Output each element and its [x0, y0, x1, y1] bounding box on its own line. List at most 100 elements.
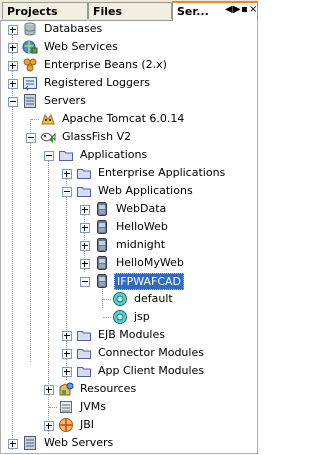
expand-icon[interactable]	[8, 61, 18, 71]
tree-row-web-servers[interactable]: Web Servers	[0, 434, 258, 452]
webapp-icon	[97, 256, 107, 270]
tree-label-selected: IFPWAFCAD	[114, 273, 185, 290]
folder-icon	[77, 169, 91, 179]
tree-line	[31, 119, 39, 120]
tree-label: midnight	[116, 238, 166, 251]
tree-row-midnight[interactable]: midnight	[0, 236, 258, 254]
jvms-icon	[60, 401, 72, 413]
tree-label: JBI	[80, 418, 95, 431]
enterprise-beans-icon	[23, 58, 37, 72]
tree-label: Web Servers	[44, 436, 114, 449]
tree-row-webdata[interactable]: WebData	[0, 200, 258, 218]
tree-row-jbi[interactable]: JBI	[0, 416, 258, 434]
expand-icon[interactable]	[80, 205, 90, 215]
folder-icon	[77, 367, 91, 377]
tree-label: Enterprise Beans (2.x)	[44, 58, 167, 71]
tab-files-label: Files	[93, 5, 123, 18]
tree-row-registered-loggers[interactable]: Registered Loggers	[0, 74, 258, 92]
tree-label: Servers	[44, 94, 86, 107]
tree-label: GlassFish V2	[62, 130, 132, 143]
expand-icon[interactable]	[44, 421, 54, 431]
web-servers-icon	[24, 436, 36, 450]
servlet-icon	[113, 292, 127, 306]
expand-icon[interactable]	[80, 259, 90, 269]
tab-bar: Projects Files Ser... ◀ ▶ ▪ ×	[0, 0, 258, 21]
tree-row-web-applications[interactable]: Web Applications	[0, 182, 258, 200]
expand-icon[interactable]	[62, 367, 72, 377]
expand-icon[interactable]	[8, 439, 18, 449]
webapp-icon	[97, 202, 107, 216]
web-services-icon	[22, 40, 38, 54]
servers-icon	[24, 94, 36, 108]
tab-services-label: Ser...	[177, 5, 209, 18]
tree-label: Resources	[80, 382, 137, 395]
tree-row-web-services[interactable]: Web Services	[0, 38, 258, 56]
tree-row-helloweb[interactable]: HelloWeb	[0, 218, 258, 236]
tree-label: App Client Modules	[98, 364, 205, 377]
tree-row-jsp[interactable]: jsp	[0, 308, 258, 326]
tree-row-ifpwafcad[interactable]: IFPWAFCAD	[0, 272, 258, 290]
tree-row-hellomyweb[interactable]: HelloMyWeb	[0, 254, 258, 272]
tree-label: Web Services	[44, 40, 118, 53]
tab-projects-label: Projects	[7, 5, 58, 18]
folder-icon	[77, 187, 91, 197]
tree-row-app-client-modules[interactable]: App Client Modules	[0, 362, 258, 380]
collapse-icon[interactable]	[80, 277, 90, 287]
folder-icon	[59, 151, 73, 161]
tree-label: Apache Tomcat 6.0.14	[62, 112, 185, 125]
expand-icon[interactable]	[8, 79, 18, 89]
servlet-icon	[113, 310, 127, 324]
tab-files[interactable]: Files	[88, 2, 172, 19]
expand-icon[interactable]	[8, 25, 18, 35]
tree-row-enterprise-applications[interactable]: Enterprise Applications	[0, 164, 258, 182]
collapse-icon[interactable]	[44, 151, 54, 161]
tree-label: Applications	[80, 148, 148, 161]
scroll-left-icon[interactable]: ◀	[225, 3, 233, 17]
collapse-icon[interactable]	[62, 187, 72, 197]
webapp-icon	[97, 274, 107, 288]
tree-row-apache-tomcat[interactable]: Apache Tomcat 6.0.14	[0, 110, 258, 128]
tree-label: Enterprise Applications	[98, 166, 226, 179]
expand-icon[interactable]	[80, 241, 90, 251]
tree-row-enterprise-beans[interactable]: Enterprise Beans (2.x)	[0, 56, 258, 74]
tree-label: Registered Loggers	[44, 76, 150, 89]
tree-label: HelloWeb	[116, 220, 168, 233]
expand-icon[interactable]	[44, 385, 54, 395]
tree-row-databases[interactable]: Databases	[0, 20, 258, 38]
tree-label: Web Applications	[98, 184, 193, 197]
tree-row-applications[interactable]: Applications	[0, 146, 258, 164]
tree-row-resources[interactable]: Resources	[0, 380, 258, 398]
expand-icon[interactable]	[80, 223, 90, 233]
tree-row-ejb-modules[interactable]: EJB Modules	[0, 326, 258, 344]
tree-line	[49, 407, 57, 408]
resources-icon	[59, 382, 74, 396]
jbi-icon	[59, 418, 73, 432]
tree-label: HelloMyWeb	[116, 256, 184, 269]
webapp-icon	[97, 220, 107, 234]
expand-icon[interactable]	[62, 349, 72, 359]
tree-label: JVMs	[80, 400, 106, 413]
expand-icon[interactable]	[8, 43, 18, 53]
tree-label: WebData	[116, 202, 167, 215]
tree-row-servers[interactable]: Servers	[0, 92, 258, 110]
folder-icon	[77, 331, 91, 341]
tree-line	[103, 299, 111, 300]
expand-icon[interactable]	[62, 169, 72, 179]
expand-icon[interactable]	[62, 331, 72, 341]
tree-row-default[interactable]: default	[0, 290, 258, 308]
tree-line	[103, 317, 111, 318]
logger-icon	[23, 77, 37, 91]
minimize-icon[interactable]: ▪	[241, 3, 248, 17]
tomcat-icon	[41, 113, 55, 125]
tree-row-glassfish[interactable]: GlassFish V2	[0, 128, 258, 146]
tree-label: default	[134, 292, 173, 305]
collapse-icon[interactable]	[26, 133, 36, 143]
tab-projects[interactable]: Projects	[2, 2, 88, 19]
tree-label: Databases	[44, 22, 103, 35]
tree-row-jvms[interactable]: JVMs	[0, 398, 258, 416]
close-icon[interactable]: ×	[249, 3, 257, 17]
scroll-right-icon[interactable]: ▶	[233, 3, 241, 17]
tree-row-connector-modules[interactable]: Connector Modules	[0, 344, 258, 362]
tree-label: jsp	[134, 310, 150, 323]
collapse-icon[interactable]	[8, 97, 18, 107]
